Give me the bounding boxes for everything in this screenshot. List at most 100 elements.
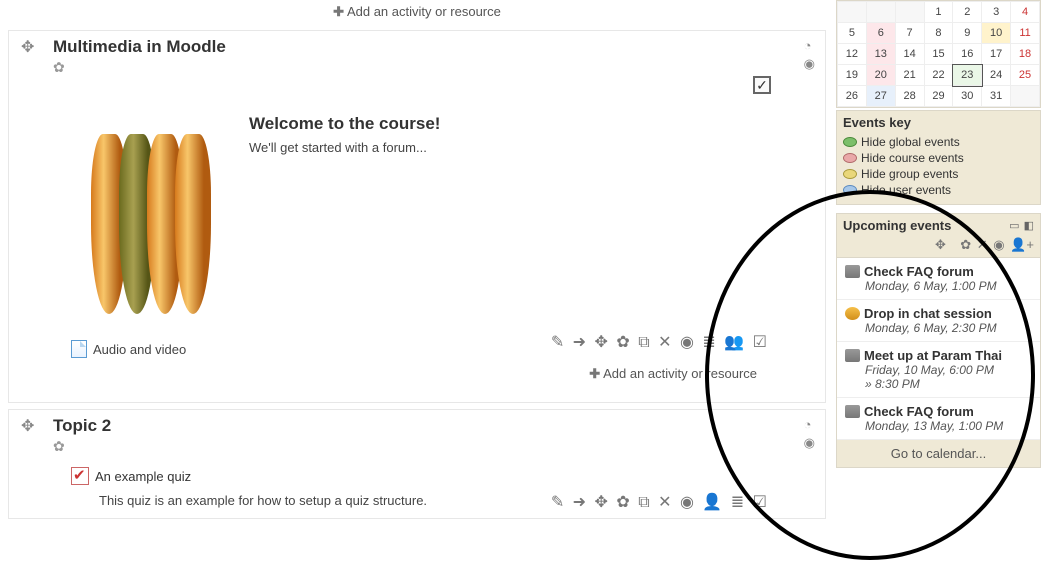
events-key-block: Events key Hide global events Hide cours… — [836, 110, 1041, 205]
toggle-group-events[interactable]: Hide group events — [843, 166, 1034, 182]
toggle-global-events[interactable]: Hide global events — [843, 134, 1034, 150]
delete-icon[interactable]: ✕ — [658, 494, 673, 511]
eye-icon[interactable]: ◉ — [680, 334, 696, 351]
event-title: Meet up at Param Thai — [864, 348, 1002, 363]
upcoming-event[interactable]: Drop in chat sessionMonday, 6 May, 2:30 … — [837, 300, 1040, 342]
event-date: Monday, 6 May, 1:00 PM — [865, 279, 1034, 293]
cal-cell[interactable]: 6 — [866, 23, 895, 44]
cal-cell[interactable]: 26 — [838, 86, 867, 107]
cal-cell[interactable]: 13 — [866, 44, 895, 65]
event-extra: » 8:30 PM — [865, 377, 1034, 391]
gear-icon[interactable]: ✿ — [960, 237, 971, 252]
move-icon[interactable]: ✥ — [935, 237, 946, 253]
move-icon[interactable]: ✥ — [595, 494, 610, 511]
add-activity-link-section1[interactable]: ✚ Add an activity or resource — [589, 366, 757, 381]
quiz-label: An example quiz — [95, 469, 191, 484]
cal-cell[interactable]: 8 — [924, 23, 953, 44]
event-title: Check FAQ forum — [864, 404, 974, 419]
cal-cell-today[interactable]: 23 — [953, 65, 982, 86]
cal-cell[interactable]: 11 — [1011, 23, 1040, 44]
gear-icon[interactable]: ✿ — [616, 334, 631, 351]
go-to-calendar-link[interactable]: Go to calendar... — [837, 440, 1040, 467]
duplicate-icon[interactable]: ⧉ — [638, 334, 651, 351]
add-activity-link-top[interactable]: ✚ Add an activity or resource — [333, 4, 501, 19]
cal-cell[interactable]: 14 — [895, 44, 924, 65]
page-icon — [71, 340, 87, 358]
plus-icon: ✚ — [333, 4, 344, 19]
events-key-heading: Events key — [843, 115, 1034, 130]
cal-cell[interactable]: 28 — [895, 86, 924, 107]
add-activity-label: Add an activity or resource — [347, 4, 501, 19]
event-icon — [845, 405, 860, 418]
toggle-course-events[interactable]: Hide course events — [843, 150, 1034, 166]
upcoming-event[interactable]: Meet up at Param ThaiFriday, 10 May, 6:0… — [837, 342, 1040, 398]
section-title: Multimedia in Moodle — [53, 37, 819, 57]
cal-cell[interactable]: 1 — [924, 2, 953, 23]
eye-icon — [843, 169, 857, 179]
cal-cell[interactable]: 20 — [866, 65, 895, 86]
duplicate-icon[interactable]: ⧉ — [638, 494, 651, 511]
cal-cell[interactable]: 18 — [1011, 44, 1040, 65]
bulb-icon[interactable]: ◔ — [804, 37, 815, 55]
resource-example-quiz[interactable]: An example quiz — [71, 467, 809, 485]
collapse-icon[interactable]: ▭ — [1009, 220, 1019, 232]
toggle-user-events[interactable]: Hide user events — [843, 182, 1034, 198]
cal-cell[interactable]: 25 — [1011, 65, 1040, 86]
delete-icon[interactable]: ✕ — [658, 334, 673, 351]
delete-icon[interactable]: ✕ — [977, 237, 988, 252]
cal-cell[interactable]: 22 — [924, 65, 953, 86]
eye-icon[interactable]: ◉ — [993, 237, 1004, 252]
cal-cell[interactable]: 29 — [924, 86, 953, 107]
eye-icon — [843, 153, 857, 163]
groups-icon[interactable]: 👥 — [724, 334, 746, 351]
assign-roles-icon[interactable]: 👤+ — [1010, 237, 1034, 252]
move-icon[interactable]: ✥ — [595, 334, 610, 351]
cal-cell[interactable]: 21 — [895, 65, 924, 86]
cal-cell[interactable]: 17 — [982, 44, 1011, 65]
completion-checkbox[interactable]: ✓ — [753, 76, 771, 94]
gear-icon[interactable]: ✿ — [53, 59, 65, 75]
cal-cell[interactable]: 2 — [953, 2, 982, 23]
assign-icon[interactable]: ≣ — [702, 334, 717, 351]
cal-cell[interactable]: 31 — [982, 86, 1011, 107]
upcoming-event[interactable]: Check FAQ forumMonday, 13 May, 1:00 PM — [837, 398, 1040, 440]
cal-cell[interactable]: 24 — [982, 65, 1011, 86]
dock-icon[interactable]: ◧ — [1024, 220, 1034, 232]
cal-cell[interactable]: 9 — [953, 23, 982, 44]
eye-icon — [843, 185, 857, 195]
cal-cell — [895, 2, 924, 23]
cal-cell[interactable]: 7 — [895, 23, 924, 44]
cal-cell[interactable]: 27 — [866, 86, 895, 107]
cal-cell[interactable]: 5 — [838, 23, 867, 44]
cal-cell[interactable]: 15 — [924, 44, 953, 65]
cal-cell[interactable]: 10 — [982, 23, 1011, 44]
move-right-icon[interactable]: ➜ — [573, 334, 588, 351]
groups-icon[interactable]: ≣ — [731, 494, 746, 511]
user-icon[interactable]: 👤 — [702, 494, 724, 511]
cal-cell[interactable]: 16 — [953, 44, 982, 65]
cal-cell[interactable]: 30 — [953, 86, 982, 107]
gear-icon[interactable]: ✿ — [616, 494, 631, 511]
edit-icon[interactable]: ✎ — [551, 494, 566, 511]
course-section-multimedia: ✥ Multimedia in Moodle ✿ ◔ ◉ ✓ Welcome t… — [8, 30, 826, 403]
bulb-icon[interactable]: ◔ — [804, 416, 815, 434]
edit-icon[interactable]: ✎ — [551, 334, 566, 351]
move-icon[interactable]: ✥ — [21, 416, 34, 436]
cal-cell — [1011, 86, 1040, 107]
cal-cell[interactable]: 4 — [1011, 2, 1040, 23]
cal-cell[interactable]: 19 — [838, 65, 867, 86]
cal-cell[interactable]: 3 — [982, 2, 1011, 23]
upcoming-event[interactable]: Check FAQ forumMonday, 6 May, 1:00 PM — [837, 258, 1040, 300]
resource-toolbar: ✎ ➜ ✥ ✿ ⧉ ✕ ◉ 👤 ≣ ☑ — [551, 492, 769, 512]
eye-icon[interactable]: ◉ — [680, 494, 696, 511]
completion-toggle-icon[interactable]: ☑ — [753, 494, 769, 511]
gear-icon[interactable]: ✿ — [53, 438, 65, 454]
cal-cell[interactable]: 12 — [838, 44, 867, 65]
completion-toggle-icon[interactable]: ☑ — [753, 334, 769, 351]
event-icon — [845, 265, 860, 278]
move-icon[interactable]: ✥ — [21, 37, 34, 57]
upcoming-heading: Upcoming events — [843, 218, 951, 233]
eye-icon[interactable]: ◉ — [804, 434, 815, 452]
move-right-icon[interactable]: ➜ — [573, 494, 588, 511]
eye-icon[interactable]: ◉ — [804, 55, 815, 73]
